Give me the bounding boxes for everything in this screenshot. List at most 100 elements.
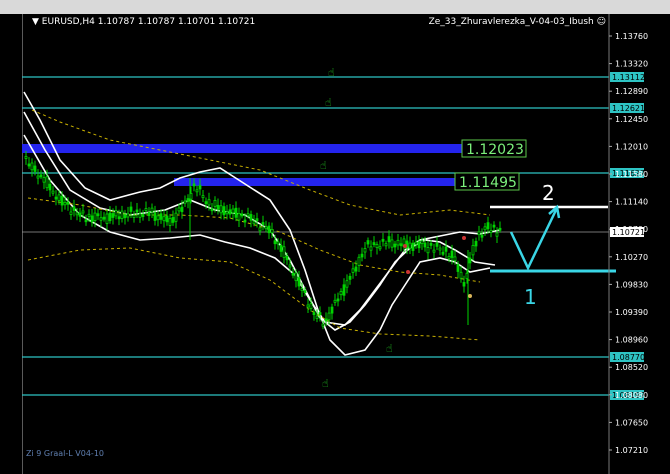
level-tag-label: 1.13112 (612, 73, 645, 82)
price-axis-label: 1.12890 (615, 87, 648, 96)
level-tag-label: 1.08770 (612, 353, 645, 362)
candle-body (246, 213, 250, 217)
candle-body (423, 242, 427, 248)
candle-body (27, 163, 31, 167)
candle-body (219, 205, 223, 214)
candle-body (282, 246, 286, 258)
candle-body (345, 280, 349, 288)
candle-body (387, 236, 391, 243)
candle-body (342, 284, 346, 296)
candle-body (93, 212, 97, 221)
symbol-name: EURUSD,H4 (41, 17, 95, 27)
candle-body (216, 204, 220, 210)
candle-body (150, 207, 154, 213)
candle-body (117, 216, 121, 220)
price-axis-label: 1.12010 (615, 142, 648, 151)
candle-body (36, 175, 40, 179)
chart-window[interactable]: 1.13112 1.12621 1.11627 1.08770 1.08197 1.12… (0, 0, 670, 474)
candle-body (432, 249, 436, 253)
candle-body (51, 190, 55, 194)
candle-body (438, 247, 442, 251)
price-axis-label: 1.07210 (615, 446, 648, 455)
candle-body (333, 299, 337, 303)
candle-body (336, 298, 340, 302)
candle-body (450, 250, 454, 258)
price-axis-label: 1.07650 (615, 418, 648, 427)
candle-body (132, 215, 136, 218)
thumbs-up-icon: ☝ (322, 377, 329, 390)
candle-body (33, 165, 37, 172)
candle-body (459, 271, 463, 279)
candle-body (267, 225, 271, 234)
candle-body (366, 240, 370, 245)
price-axis-label: 1.09390 (615, 308, 648, 317)
candle-body (486, 222, 490, 230)
candle-body (243, 219, 247, 223)
candle-body (72, 206, 76, 211)
chart-canvas[interactable]: 1.131121.126211.116271.087701.08197 1.12… (0, 0, 670, 474)
candle-body (429, 242, 433, 246)
candle-body (54, 196, 58, 200)
candle-body (222, 206, 226, 216)
candle-body (87, 213, 91, 217)
symbol-header: ▼ EURUSD,H4 1.10787 1.10787 1.10701 1.10… (32, 17, 255, 28)
candle-body (456, 264, 460, 272)
zone-label: 1.11495 (459, 175, 517, 191)
candle-body (360, 253, 364, 258)
dropdown-triangle-icon[interactable]: ▼ (32, 17, 39, 27)
candle-body (363, 248, 367, 253)
candle-body (147, 212, 151, 217)
candle-body (318, 312, 322, 316)
candle-body (60, 195, 64, 206)
candle-body (81, 210, 85, 214)
candle-body (492, 224, 496, 228)
price-axis-label: 1.13320 (615, 60, 648, 69)
candle-body (252, 221, 256, 225)
candle-body (204, 201, 208, 205)
candle-body (135, 209, 139, 213)
price-axis-label: 1.08520 (615, 363, 648, 372)
candle-body (306, 304, 310, 308)
candle-body (288, 264, 292, 268)
price-axis-label: 1.10270 (615, 253, 648, 262)
candle-body (66, 201, 70, 205)
candle-body (327, 312, 331, 321)
candle-body (477, 231, 481, 236)
candle-body (42, 177, 46, 183)
candle-body (258, 227, 262, 232)
smiley-icon[interactable]: ☺ (597, 17, 606, 27)
candle-body (426, 247, 430, 254)
candle-body (489, 230, 493, 233)
candle-body (84, 219, 88, 223)
candle-body (30, 162, 34, 171)
candle-body (348, 275, 352, 280)
annotation-label-1: 1 (524, 285, 537, 309)
price-zone-bar (22, 144, 462, 153)
annotation-zigzag-arrow (509, 207, 559, 271)
candle-body (279, 244, 283, 252)
candle-body (495, 232, 499, 237)
candle-body (483, 226, 487, 231)
candle-body (315, 315, 319, 319)
candle-body (276, 241, 280, 245)
candle-body (171, 217, 175, 223)
candle-body (162, 216, 166, 222)
candle-body (39, 174, 43, 178)
candle-body (57, 194, 61, 201)
expert-name: Ze_33_Zhuravlerezka_V-04-03_Ibush (428, 17, 594, 27)
candle-body (264, 226, 268, 230)
candle-body (108, 212, 112, 222)
price-axis-label: 1.11140 (615, 198, 648, 207)
signal-dot (406, 270, 410, 274)
candle-body (273, 240, 277, 245)
candle-body (225, 211, 229, 215)
candle-body (408, 242, 412, 249)
price-zone-bar (174, 178, 455, 186)
candle-body (198, 185, 202, 190)
moving-average-lower (27, 247, 481, 341)
candle-body (330, 306, 334, 314)
candle-body (417, 241, 421, 249)
candle-body (270, 228, 274, 234)
candle-body (381, 238, 385, 242)
candle-body (420, 240, 424, 244)
